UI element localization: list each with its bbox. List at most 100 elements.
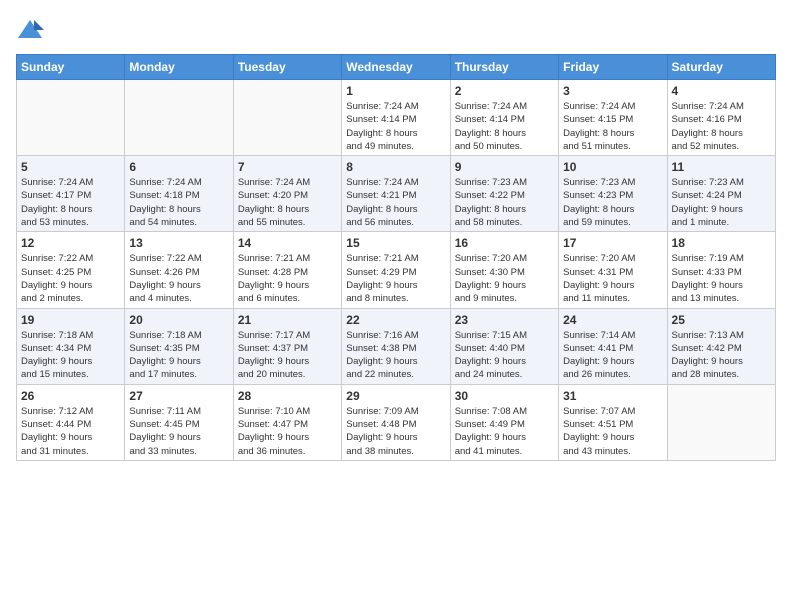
table-row: 18 Sunrise: 7:19 AM Sunset: 4:33 PM Dayli… (667, 232, 775, 308)
day-number: 24 (563, 313, 662, 327)
table-row: 1 Sunrise: 7:24 AM Sunset: 4:14 PM Daylig… (342, 80, 450, 156)
day-number: 5 (21, 160, 120, 174)
day-info: Sunrise: 7:24 AM Sunset: 4:20 PM Dayligh… (238, 176, 337, 229)
table-row: 4Sunrise: 7:24 AM Sunset: 4:16 PM Daylig… (667, 80, 775, 156)
table-row: 15 Sunrise: 7:21 AM Sunset: 4:29 PM Dayli… (342, 232, 450, 308)
table-row: 16 Sunrise: 7:20 AM Sunset: 4:30 PM Dayli… (450, 232, 558, 308)
col-monday: Monday (125, 55, 233, 80)
day-number: 7 (238, 160, 337, 174)
day-info: Sunrise: 7:24 AM Sunset: 4:16 PM Dayligh… (672, 100, 771, 153)
table-row: 6 Sunrise: 7:24 AM Sunset: 4:18 PM Daylig… (125, 156, 233, 232)
table-row: 17 Sunrise: 7:20 AM Sunset: 4:31 PM Dayli… (559, 232, 667, 308)
day-number: 3 (563, 84, 662, 98)
table-row: 8 Sunrise: 7:24 AM Sunset: 4:21 PM Daylig… (342, 156, 450, 232)
day-info: Sunrise: 7:08 AM Sunset: 4:49 PM Dayligh… (455, 405, 554, 458)
table-row: 23Sunrise: 7:15 AM Sunset: 4:40 PM Dayli… (450, 308, 558, 384)
calendar-week-row: 5 Sunrise: 7:24 AM Sunset: 4:17 PM Daylig… (17, 156, 776, 232)
day-number: 26 (21, 389, 120, 403)
day-info: Sunrise: 7:13 AM Sunset: 4:42 PM Dayligh… (672, 329, 771, 382)
table-row: 26 Sunrise: 7:12 AM Sunset: 4:44 PM Dayli… (17, 384, 125, 460)
col-friday: Friday (559, 55, 667, 80)
table-row: 29 Sunrise: 7:09 AM Sunset: 4:48 PM Dayli… (342, 384, 450, 460)
table-row: 21Sunrise: 7:17 AM Sunset: 4:37 PM Dayli… (233, 308, 341, 384)
table-row: 27 Sunrise: 7:11 AM Sunset: 4:45 PM Dayli… (125, 384, 233, 460)
day-number: 25 (672, 313, 771, 327)
day-number: 9 (455, 160, 554, 174)
day-number: 19 (21, 313, 120, 327)
day-number: 20 (129, 313, 228, 327)
day-info: Sunrise: 7:21 AM Sunset: 4:28 PM Dayligh… (238, 252, 337, 305)
table-row: 7 Sunrise: 7:24 AM Sunset: 4:20 PM Daylig… (233, 156, 341, 232)
day-info: Sunrise: 7:09 AM Sunset: 4:48 PM Dayligh… (346, 405, 445, 458)
table-row: 28 Sunrise: 7:10 AM Sunset: 4:47 PM Dayli… (233, 384, 341, 460)
day-info: Sunrise: 7:11 AM Sunset: 4:45 PM Dayligh… (129, 405, 228, 458)
day-number: 28 (238, 389, 337, 403)
day-number: 29 (346, 389, 445, 403)
day-number: 10 (563, 160, 662, 174)
day-info: Sunrise: 7:10 AM Sunset: 4:47 PM Dayligh… (238, 405, 337, 458)
day-info: Sunrise: 7:22 AM Sunset: 4:26 PM Dayligh… (129, 252, 228, 305)
calendar-week-row: 26 Sunrise: 7:12 AM Sunset: 4:44 PM Dayli… (17, 384, 776, 460)
table-row: 5 Sunrise: 7:24 AM Sunset: 4:17 PM Daylig… (17, 156, 125, 232)
day-info: Sunrise: 7:07 AM Sunset: 4:51 PM Dayligh… (563, 405, 662, 458)
table-row: 11Sunrise: 7:23 AM Sunset: 4:24 PM Dayli… (667, 156, 775, 232)
day-info: Sunrise: 7:23 AM Sunset: 4:23 PM Dayligh… (563, 176, 662, 229)
day-info: Sunrise: 7:20 AM Sunset: 4:31 PM Dayligh… (563, 252, 662, 305)
day-info: Sunrise: 7:14 AM Sunset: 4:41 PM Dayligh… (563, 329, 662, 382)
calendar-week-row: 12 Sunrise: 7:22 AM Sunset: 4:25 PM Dayli… (17, 232, 776, 308)
day-number: 16 (455, 236, 554, 250)
day-number: 13 (129, 236, 228, 250)
table-row: 10 Sunrise: 7:23 AM Sunset: 4:23 PM Dayli… (559, 156, 667, 232)
col-wednesday: Wednesday (342, 55, 450, 80)
calendar-week-row: 1 Sunrise: 7:24 AM Sunset: 4:14 PM Daylig… (17, 80, 776, 156)
header-row: Sunday Monday Tuesday Wednesday Thursday… (17, 55, 776, 80)
day-number: 18 (672, 236, 771, 250)
table-row: 22 Sunrise: 7:16 AM Sunset: 4:38 PM Dayli… (342, 308, 450, 384)
day-number: 17 (563, 236, 662, 250)
table-row: 9 Sunrise: 7:23 AM Sunset: 4:22 PM Daylig… (450, 156, 558, 232)
table-row: 14 Sunrise: 7:21 AM Sunset: 4:28 PM Dayli… (233, 232, 341, 308)
day-info: Sunrise: 7:18 AM Sunset: 4:35 PM Dayligh… (129, 329, 228, 382)
day-info: Sunrise: 7:24 AM Sunset: 4:14 PM Dayligh… (346, 100, 445, 153)
day-number: 23 (455, 313, 554, 327)
day-number: 1 (346, 84, 445, 98)
table-row: 19Sunrise: 7:18 AM Sunset: 4:34 PM Dayli… (17, 308, 125, 384)
day-number: 31 (563, 389, 662, 403)
col-thursday: Thursday (450, 55, 558, 80)
day-number: 14 (238, 236, 337, 250)
day-number: 15 (346, 236, 445, 250)
table-row (125, 80, 233, 156)
table-row: 30 Sunrise: 7:08 AM Sunset: 4:49 PM Dayli… (450, 384, 558, 460)
col-sunday: Sunday (17, 55, 125, 80)
day-info: Sunrise: 7:23 AM Sunset: 4:22 PM Dayligh… (455, 176, 554, 229)
day-number: 6 (129, 160, 228, 174)
table-row: 25 Sunrise: 7:13 AM Sunset: 4:42 PM Dayli… (667, 308, 775, 384)
day-info: Sunrise: 7:24 AM Sunset: 4:21 PM Dayligh… (346, 176, 445, 229)
day-number: 8 (346, 160, 445, 174)
day-info: Sunrise: 7:20 AM Sunset: 4:30 PM Dayligh… (455, 252, 554, 305)
table-row (667, 384, 775, 460)
day-info: Sunrise: 7:12 AM Sunset: 4:44 PM Dayligh… (21, 405, 120, 458)
table-row: 24 Sunrise: 7:14 AM Sunset: 4:41 PM Dayli… (559, 308, 667, 384)
day-number: 30 (455, 389, 554, 403)
table-row: 31 Sunrise: 7:07 AM Sunset: 4:51 PM Dayli… (559, 384, 667, 460)
day-info: Sunrise: 7:24 AM Sunset: 4:18 PM Dayligh… (129, 176, 228, 229)
header (16, 16, 776, 44)
day-info: Sunrise: 7:24 AM Sunset: 4:17 PM Dayligh… (21, 176, 120, 229)
day-number: 27 (129, 389, 228, 403)
day-info: Sunrise: 7:21 AM Sunset: 4:29 PM Dayligh… (346, 252, 445, 305)
calendar-table: Sunday Monday Tuesday Wednesday Thursday… (16, 54, 776, 461)
table-row: 20 Sunrise: 7:18 AM Sunset: 4:35 PM Dayli… (125, 308, 233, 384)
day-info: Sunrise: 7:17 AM Sunset: 4:37 PM Dayligh… (238, 329, 337, 382)
page: Sunday Monday Tuesday Wednesday Thursday… (0, 0, 792, 612)
day-info: Sunrise: 7:16 AM Sunset: 4:38 PM Dayligh… (346, 329, 445, 382)
day-number: 22 (346, 313, 445, 327)
day-number: 12 (21, 236, 120, 250)
day-info: Sunrise: 7:19 AM Sunset: 4:33 PM Dayligh… (672, 252, 771, 305)
calendar-week-row: 19Sunrise: 7:18 AM Sunset: 4:34 PM Dayli… (17, 308, 776, 384)
table-row: 13 Sunrise: 7:22 AM Sunset: 4:26 PM Dayli… (125, 232, 233, 308)
day-info: Sunrise: 7:22 AM Sunset: 4:25 PM Dayligh… (21, 252, 120, 305)
table-row: 3 Sunrise: 7:24 AM Sunset: 4:15 PM Daylig… (559, 80, 667, 156)
day-info: Sunrise: 7:24 AM Sunset: 4:15 PM Dayligh… (563, 100, 662, 153)
day-info: Sunrise: 7:23 AM Sunset: 4:24 PM Dayligh… (672, 176, 771, 229)
